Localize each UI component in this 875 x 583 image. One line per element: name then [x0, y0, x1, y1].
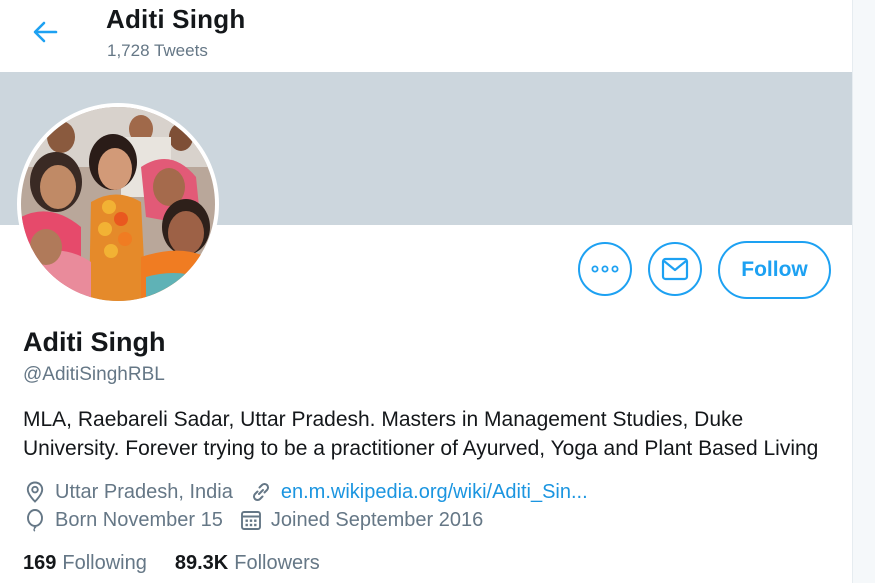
profile-header: Aditi Singh 1,728 Tweets: [0, 0, 852, 72]
arrow-left-icon: [33, 21, 58, 43]
balloon-icon: [23, 508, 47, 532]
calendar-icon: [239, 508, 263, 532]
profile-meta-row: Born November 15 Joined September 2016: [23, 508, 483, 532]
profile-stats: 169 Following 89.3K Followers: [23, 552, 348, 575]
following-label: Following: [62, 552, 147, 574]
location-pin-icon: [23, 480, 47, 504]
back-button[interactable]: [30, 18, 60, 46]
followers-stat[interactable]: 89.3K Followers: [175, 552, 320, 575]
location-text: Uttar Pradesh, India: [55, 480, 233, 503]
more-button[interactable]: [578, 242, 632, 296]
profile-meta-row: Uttar Pradesh, India en.m.wikipedia.org/…: [23, 480, 588, 504]
envelope-icon: [661, 257, 689, 281]
follow-button[interactable]: Follow: [718, 241, 831, 299]
right-gutter: [852, 0, 875, 583]
following-stat[interactable]: 169 Following: [23, 552, 147, 575]
joined-text: Joined September 2016: [270, 508, 484, 531]
profile-name: Aditi Singh: [23, 327, 166, 357]
link-icon: [249, 480, 273, 504]
profile-bio: MLA, Raebareli Sadar, Uttar Pradesh. Mas…: [23, 405, 843, 463]
birthday-text: Born November 15: [55, 508, 223, 531]
bio-line: University. Forever trying to be a pract…: [23, 437, 819, 460]
header-title: Aditi Singh: [106, 4, 246, 34]
more-dots-icon: [591, 265, 619, 273]
followers-count: 89.3K: [174, 552, 229, 574]
message-button[interactable]: [648, 242, 702, 296]
following-count: 169: [23, 552, 57, 574]
tweet-count: 1,728 Tweets: [107, 41, 208, 60]
avatar[interactable]: [17, 103, 219, 305]
website-link[interactable]: en.m.wikipedia.org/wiki/Aditi_Sin...: [281, 481, 588, 504]
followers-label: Followers: [234, 552, 320, 574]
bio-line: MLA, Raebareli Sadar, Uttar Pradesh. Mas…: [23, 408, 744, 431]
profile-handle: @AditiSinghRBL: [23, 364, 165, 385]
avatar-photo: [21, 107, 215, 301]
